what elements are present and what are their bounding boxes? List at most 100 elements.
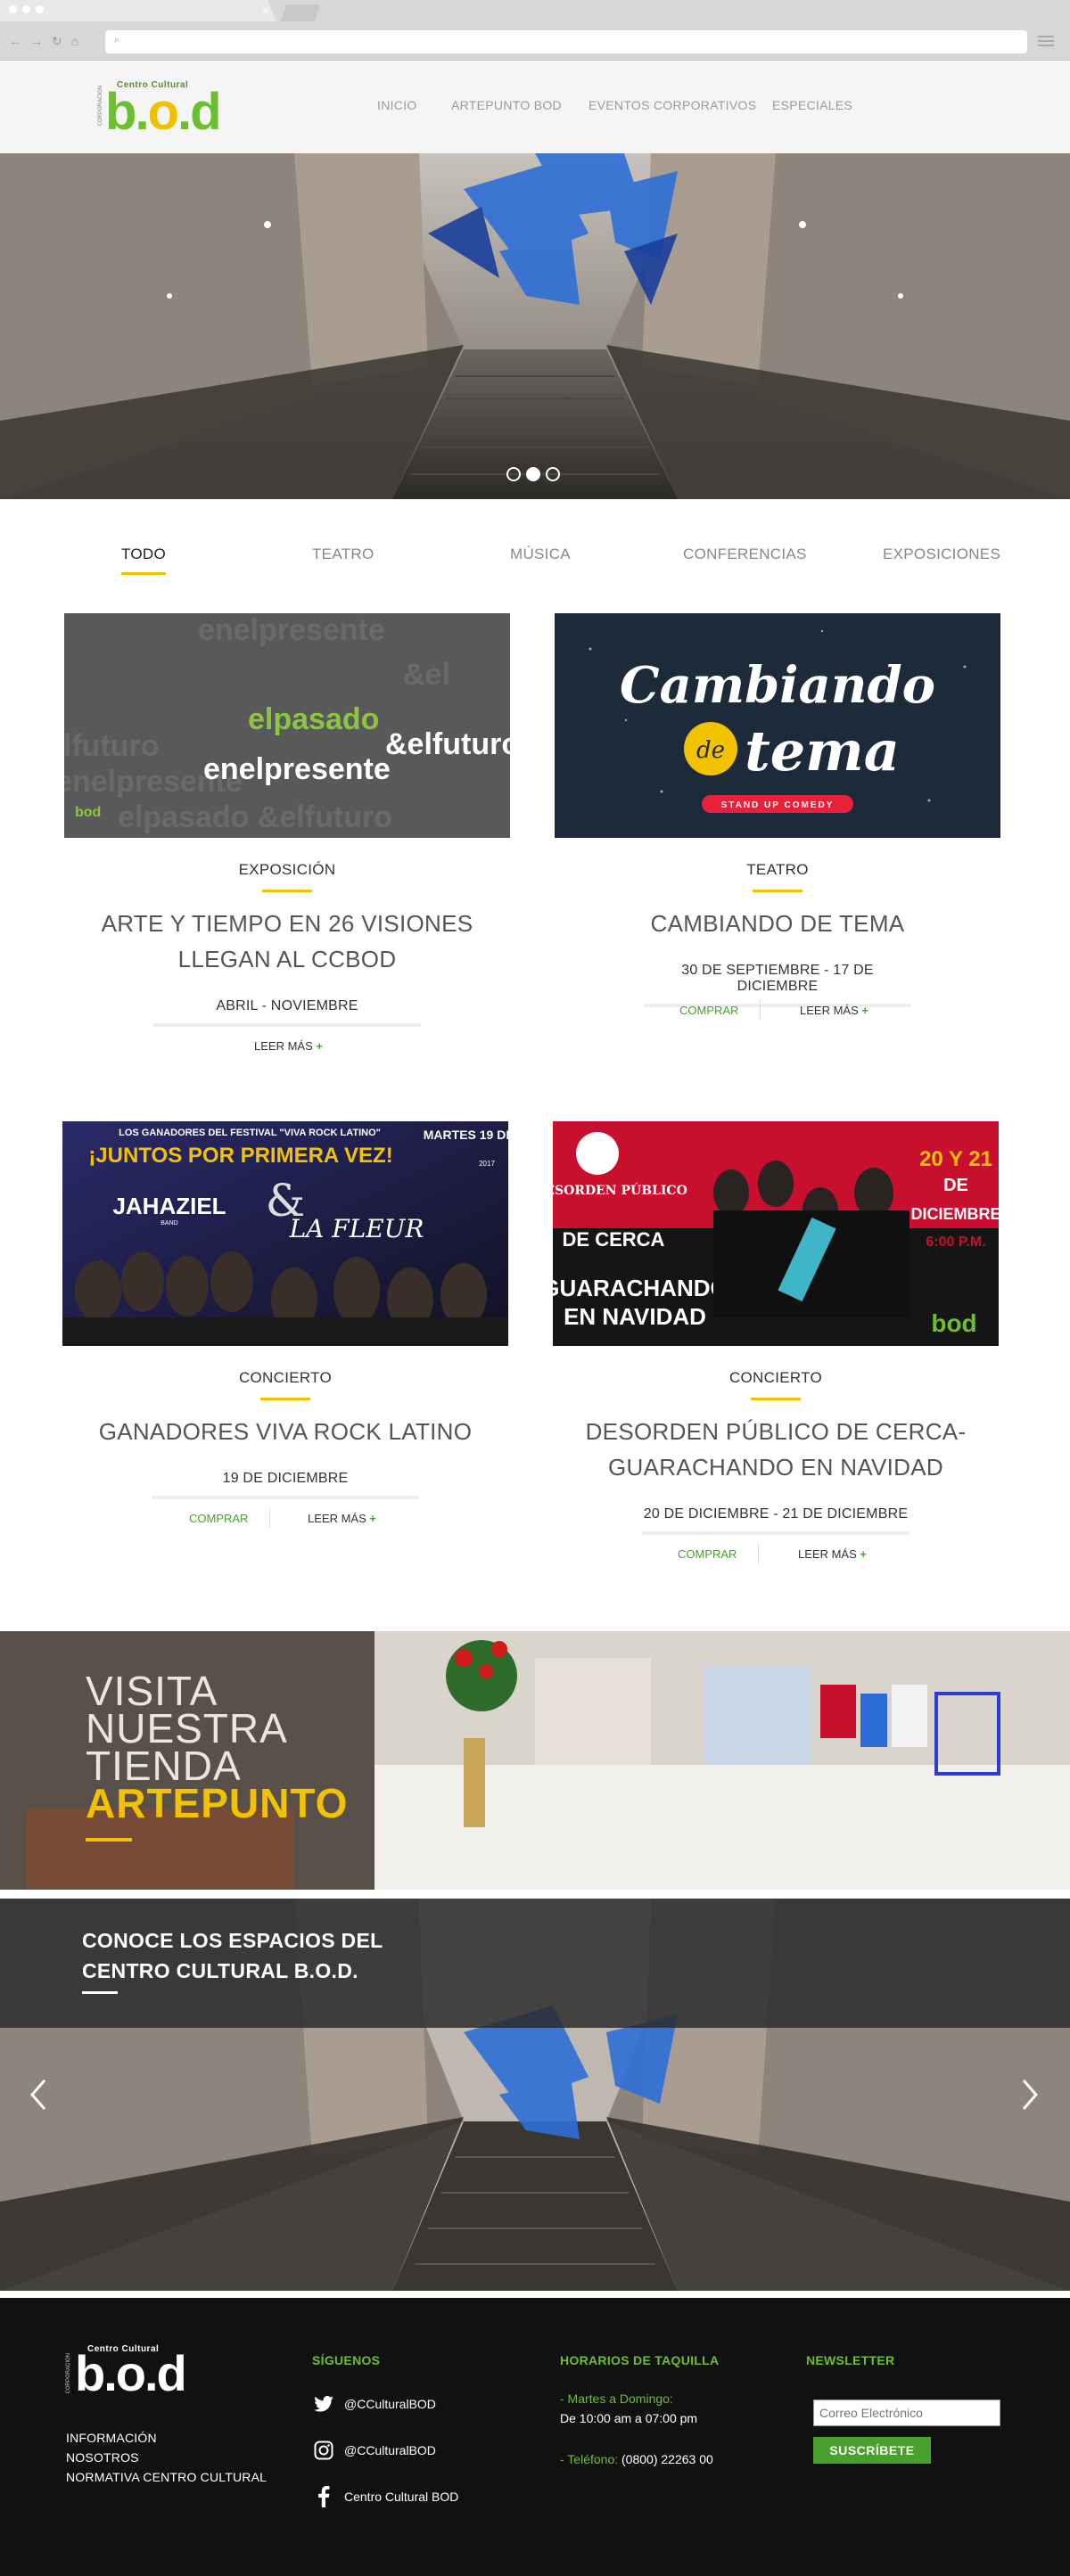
tienda-heading: VISITA NUESTRA TIENDA ARTEPUNTO [86, 1668, 349, 1826]
event-card: enelpresente elfuturo enelpresente elpas… [64, 613, 510, 1077]
instagram-link[interactable]: @CCulturalBOD [312, 2439, 436, 2462]
maximize-window-dot[interactable] [36, 5, 44, 13]
image-text: 6:00 P.M. [926, 1235, 985, 1250]
buy-link[interactable]: COMPRAR [678, 1547, 737, 1561]
event-image[interactable]: LOS GANADORES DEL FESTIVAL "VIVA ROCK LA… [62, 1121, 508, 1346]
address-bar[interactable]: ⌕ [105, 30, 1027, 53]
event-title[interactable]: CAMBIANDO DE TEMA [555, 906, 1000, 941]
image-text: ¡JUNTOS POR PRIMERA VEZ! [88, 1144, 392, 1168]
read-more-link[interactable]: LEER MÁS + [798, 1547, 867, 1561]
event-category: CONCIERTO [238, 1369, 333, 1386]
category-underline [751, 1398, 801, 1400]
filter-exposiciones[interactable]: EXPOSICIONES [883, 546, 1000, 563]
filter-conferencias[interactable]: CONFERENCIAS [683, 546, 807, 563]
svg-text:bod: bod [75, 805, 101, 820]
tienda-underline [86, 1838, 132, 1842]
buy-link[interactable]: COMPRAR [189, 1512, 248, 1525]
event-category: CONCIERTO [728, 1369, 823, 1386]
plus-icon: + [860, 1547, 867, 1561]
image-text: LOS GANADORES DEL FESTIVAL "VIVA ROCK LA… [119, 1128, 381, 1138]
filter-musica[interactable]: MÚSICA [510, 546, 571, 563]
category-underline [260, 1398, 310, 1400]
svg-text:&el: &el [403, 658, 450, 692]
read-more-link[interactable]: LEER MÁS + [800, 1004, 868, 1017]
event-title[interactable]: GANADORES VIVA ROCK LATINO [62, 1414, 508, 1449]
plus-icon: + [369, 1512, 376, 1525]
image-text: &elfuturo [385, 727, 510, 761]
image-text: DESORDEN PÚBLICO [553, 1182, 687, 1198]
event-card: DESORDEN PÚBLICO DE CERCA GUARACHANDO EN… [553, 1121, 999, 1585]
close-tab-icon[interactable]: × [262, 4, 269, 18]
event-dates: 20 DE DICIEMBRE - 21 DE DICIEMBRE [642, 1506, 910, 1535]
chevron-left-icon[interactable] [25, 2075, 52, 2114]
newsletter-email-input[interactable] [813, 2400, 1000, 2426]
nav-artepunto[interactable]: ARTEPUNTO BOD [451, 98, 562, 112]
image-text: DICIEMBRE [910, 1205, 999, 1223]
nav-especiales[interactable]: ESPECIALES [772, 98, 852, 112]
twitter-icon [312, 2392, 335, 2416]
event-card: Cambiando de tema STAND UP COMEDY TEATRO… [555, 613, 1000, 1041]
event-category: TEATRO [746, 861, 809, 878]
svg-text:elpasado &elfuturo: elpasado &elfuturo [118, 800, 392, 834]
event-title[interactable]: ARTE Y TIEMPO EN 26 VISIONES LLEGAN AL CC… [64, 906, 510, 977]
image-text: enelpresente [203, 752, 391, 786]
footer-link-normativa[interactable]: NORMATIVA CENTRO CULTURAL [66, 2467, 267, 2487]
event-image[interactable]: Cambiando de tema STAND UP COMEDY [555, 613, 1000, 838]
event-image[interactable]: DESORDEN PÚBLICO DE CERCA GUARACHANDO EN… [553, 1121, 999, 1346]
svg-text:elfuturo: elfuturo [64, 729, 160, 763]
hours-info: - Martes a Domingo: De 10:00 am a 07:00 … [560, 2391, 698, 2425]
newsletter-heading: NEWSLETTER [806, 2353, 895, 2367]
hero-dot-1[interactable] [506, 467, 521, 481]
twitter-link[interactable]: @CCulturalBOD [312, 2392, 436, 2416]
event-card: LOS GANADORES DEL FESTIVAL "VIVA ROCK LA… [62, 1121, 508, 1549]
image-text: de [696, 737, 725, 764]
filter-teatro[interactable]: TEATRO [312, 546, 374, 563]
plus-icon: + [861, 1004, 868, 1017]
hero-dot-2[interactable] [526, 467, 540, 481]
image-text: elpasado [248, 702, 379, 736]
plus-icon: + [316, 1039, 323, 1053]
close-window-dot[interactable] [9, 5, 17, 13]
follow-heading: SÍGUENOS [312, 2353, 381, 2367]
image-text: tema [745, 718, 900, 783]
image-text: BAND [160, 1220, 177, 1226]
divider [269, 1508, 270, 1528]
home-icon[interactable]: ⌂ [71, 34, 78, 49]
minimize-window-dot[interactable] [22, 5, 30, 13]
browser-chrome: × ← → ↻ ⌂ ⌕ [0, 0, 1070, 61]
divider [758, 1544, 759, 1563]
chevron-right-icon[interactable] [1017, 2075, 1043, 2114]
subscribe-button[interactable]: SUSCRÍBETE [813, 2437, 931, 2464]
buy-link[interactable]: COMPRAR [679, 1004, 738, 1017]
image-text: STAND UP COMEDY [721, 800, 835, 810]
hours-heading: HORARIOS DE TAQUILLA [560, 2353, 720, 2367]
event-dates: ABRIL - NOVIEMBRE [153, 998, 421, 1027]
back-icon[interactable]: ← [9, 34, 21, 49]
event-image[interactable]: enelpresente elfuturo enelpresente elpas… [64, 613, 510, 838]
filter-todo[interactable]: TODO [121, 546, 167, 575]
image-text: bod [931, 1309, 976, 1337]
read-more-link[interactable]: LEER MÁS + [254, 1039, 323, 1053]
new-tab-button[interactable] [280, 4, 321, 21]
instagram-icon [312, 2439, 335, 2462]
forward-icon[interactable]: → [30, 34, 43, 49]
footer-logo[interactable]: CORPORACIÓN Centro Cultural b.o.d [66, 2344, 200, 2407]
footer-link-informacion[interactable]: INFORMACIÓN [66, 2428, 267, 2448]
facebook-link[interactable]: Centro Cultural BOD [312, 2485, 458, 2508]
search-icon: ⌕ [114, 35, 120, 45]
hero-dot-3[interactable] [546, 467, 560, 481]
event-title[interactable]: DESORDEN PÚBLICO DE CERCA- GUARACHANDO EN… [553, 1414, 999, 1485]
nav-inicio[interactable]: INICIO [377, 98, 417, 112]
category-underline [753, 890, 802, 892]
window-controls [9, 5, 44, 13]
footer-link-nosotros[interactable]: NOSOTROS [66, 2448, 267, 2467]
nav-eventos-corporativos[interactable]: EVENTOS CORPORATIVOS [588, 98, 756, 112]
facebook-icon [312, 2485, 335, 2508]
hero-slider [0, 153, 1070, 499]
browser-menu-icon[interactable] [1038, 36, 1054, 49]
image-text: DE [943, 1176, 968, 1195]
reload-icon[interactable]: ↻ [52, 34, 62, 49]
phone-info: - Teléfono: (0800) 22263 00 [560, 2452, 713, 2466]
image-text: MARTES 19 DIC. [424, 1128, 508, 1142]
read-more-link[interactable]: LEER MÁS + [308, 1512, 376, 1525]
